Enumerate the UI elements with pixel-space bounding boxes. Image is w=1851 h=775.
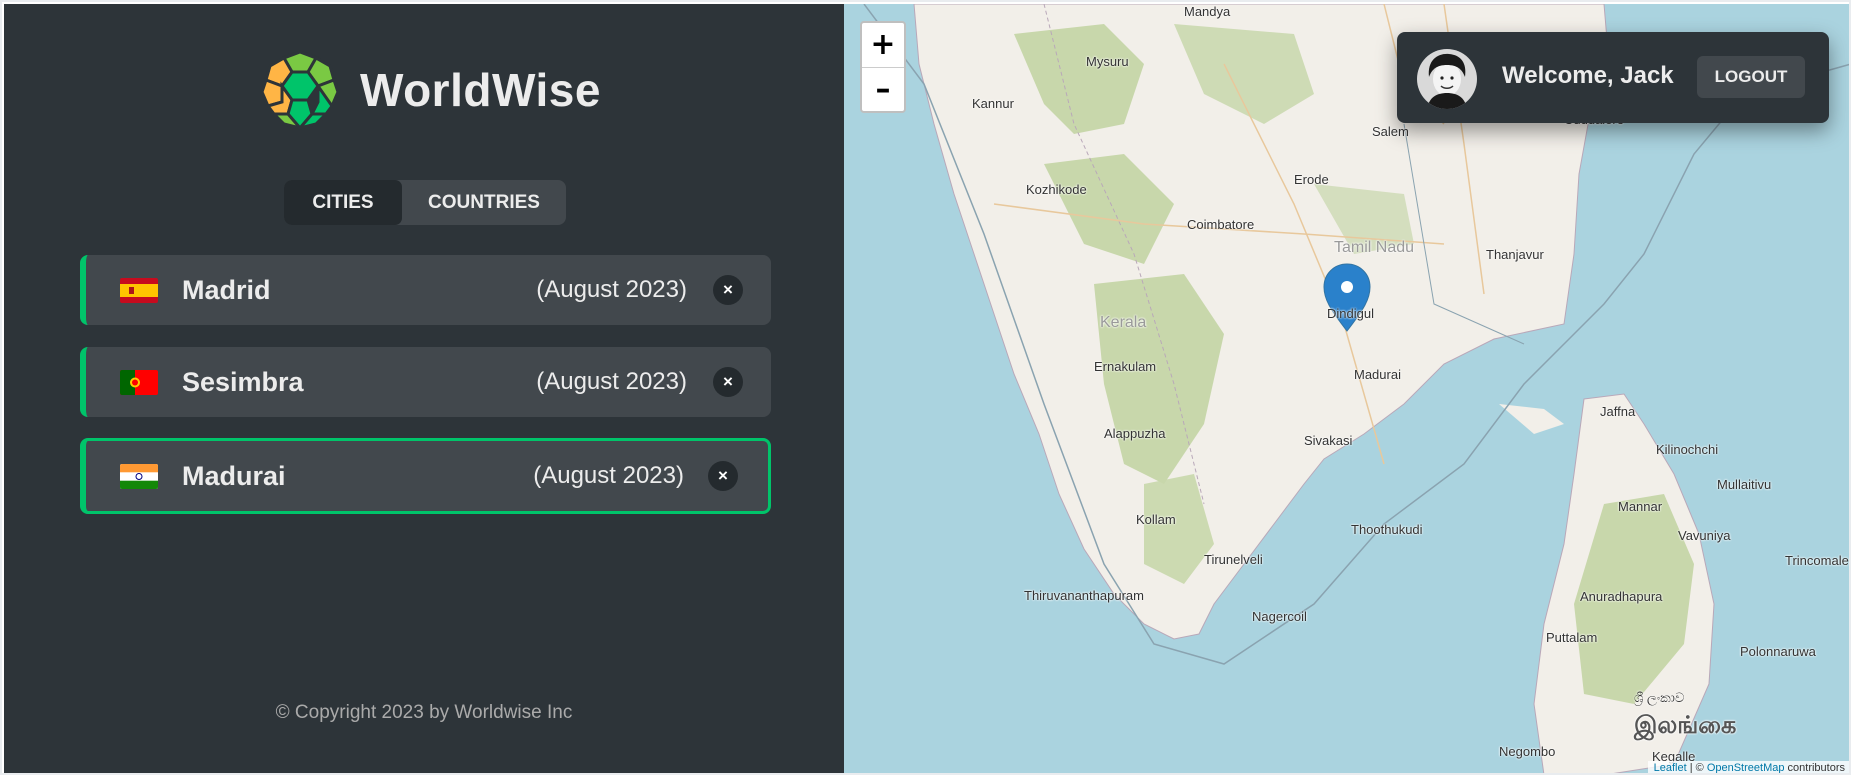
city-date: (August 2023): [536, 368, 687, 395]
tab-cities[interactable]: Cities: [284, 180, 402, 225]
map-label: Mysuru: [1086, 54, 1129, 69]
app-frame: WorldWise Cities Countries Madrid (Augus…: [0, 0, 1851, 775]
map-label: Salem: [1372, 124, 1409, 139]
map-label: ශ්‍රී ලංකාව: [1634, 690, 1685, 705]
map-label: Mullaitivu: [1717, 477, 1772, 492]
map-label: Mandya: [1184, 4, 1231, 19]
zoom-out-button[interactable]: –: [862, 68, 904, 112]
map-label: Kilinochchi: [1656, 442, 1719, 457]
user-panel: Welcome, Jack Logout: [1397, 32, 1829, 123]
city-date: (August 2023): [533, 462, 684, 489]
user-avatar[interactable]: [1417, 49, 1477, 109]
city-date: (August 2023): [536, 276, 687, 303]
map-label: Thoothukudi: [1351, 522, 1423, 537]
map-label: Kozhikode: [1026, 182, 1087, 197]
map-label: Puttalam: [1546, 630, 1598, 645]
attribution-separator: | ©: [1686, 762, 1707, 774]
spain-flag-icon: [120, 277, 158, 303]
view-tabs: Cities Countries: [284, 180, 566, 225]
city-item-madurai[interactable]: Madurai (August 2023) ×: [80, 438, 771, 514]
map-label: Madurai: [1354, 367, 1401, 382]
map-label: Coimbatore: [1187, 217, 1255, 232]
map-label: Erode: [1294, 172, 1329, 187]
map-label: Trincomale: [1785, 553, 1849, 568]
portugal-flag-icon: [120, 369, 158, 395]
copyright: © Copyright 2023 by Worldwise Inc: [275, 702, 573, 723]
map-label: Kannur: [972, 96, 1014, 111]
welcome-message: Welcome, Jack: [1502, 62, 1674, 89]
map[interactable]: Mandya Mysuru Kannur Salem Erode Kozhiko…: [844, 4, 1849, 774]
delete-city-button[interactable]: ×: [708, 461, 738, 491]
map-label: Kerala: [1100, 314, 1147, 331]
map-label: Tamil Nadu: [1334, 239, 1415, 256]
map-label: Nagercoil: [1252, 609, 1307, 624]
city-item-sesimbra[interactable]: Sesimbra (August 2023) ×: [80, 347, 771, 417]
delete-city-button[interactable]: ×: [713, 275, 743, 305]
map-label: Alappuzha: [1104, 426, 1166, 441]
map-label: Jaffna: [1600, 404, 1636, 419]
logo[interactable]: WorldWise: [260, 50, 601, 130]
city-name: Madrid: [182, 274, 271, 305]
map-label: Kollam: [1136, 512, 1176, 527]
zoom-in-button[interactable]: +: [862, 23, 904, 68]
map-label: Mannar: [1618, 499, 1663, 514]
map-label: Anuradhapura: [1580, 589, 1663, 604]
sidebar: WorldWise Cities Countries Madrid (Augus…: [4, 4, 844, 773]
map-label: Ernakulam: [1094, 359, 1157, 374]
map-label: Dindigul: [1327, 306, 1374, 321]
map-label: Thiruvananthapuram: [1024, 588, 1144, 603]
osm-link[interactable]: OpenStreetMap: [1707, 762, 1785, 773]
map-label: Vavuniya: [1678, 528, 1731, 543]
map-attribution: Leaflet | © OpenStreetMap contributors: [1647, 761, 1849, 774]
leaflet-link[interactable]: Leaflet: [1654, 762, 1687, 773]
globe-logo-icon: [260, 50, 340, 130]
city-item-madrid[interactable]: Madrid (August 2023) ×: [80, 255, 771, 325]
city-name: Sesimbra: [182, 366, 304, 397]
map-label: Thanjavur: [1486, 247, 1544, 262]
map-label: Sivakasi: [1304, 433, 1353, 448]
map-label: Polonnaruwa: [1740, 644, 1816, 659]
logout-button[interactable]: Logout: [1697, 56, 1805, 98]
city-name: Madurai: [182, 460, 286, 491]
map-label: இலங்கை: [1634, 712, 1737, 739]
delete-city-button[interactable]: ×: [713, 367, 743, 397]
map-label: Negombo: [1499, 744, 1556, 759]
india-flag-icon: [120, 463, 158, 489]
app-name: WorldWise: [360, 64, 601, 116]
attribution-suffix: contributors: [1784, 762, 1845, 774]
zoom-control: + –: [860, 21, 906, 113]
map-label: Tirunelveli: [1204, 552, 1263, 567]
tab-countries[interactable]: Countries: [402, 180, 566, 225]
